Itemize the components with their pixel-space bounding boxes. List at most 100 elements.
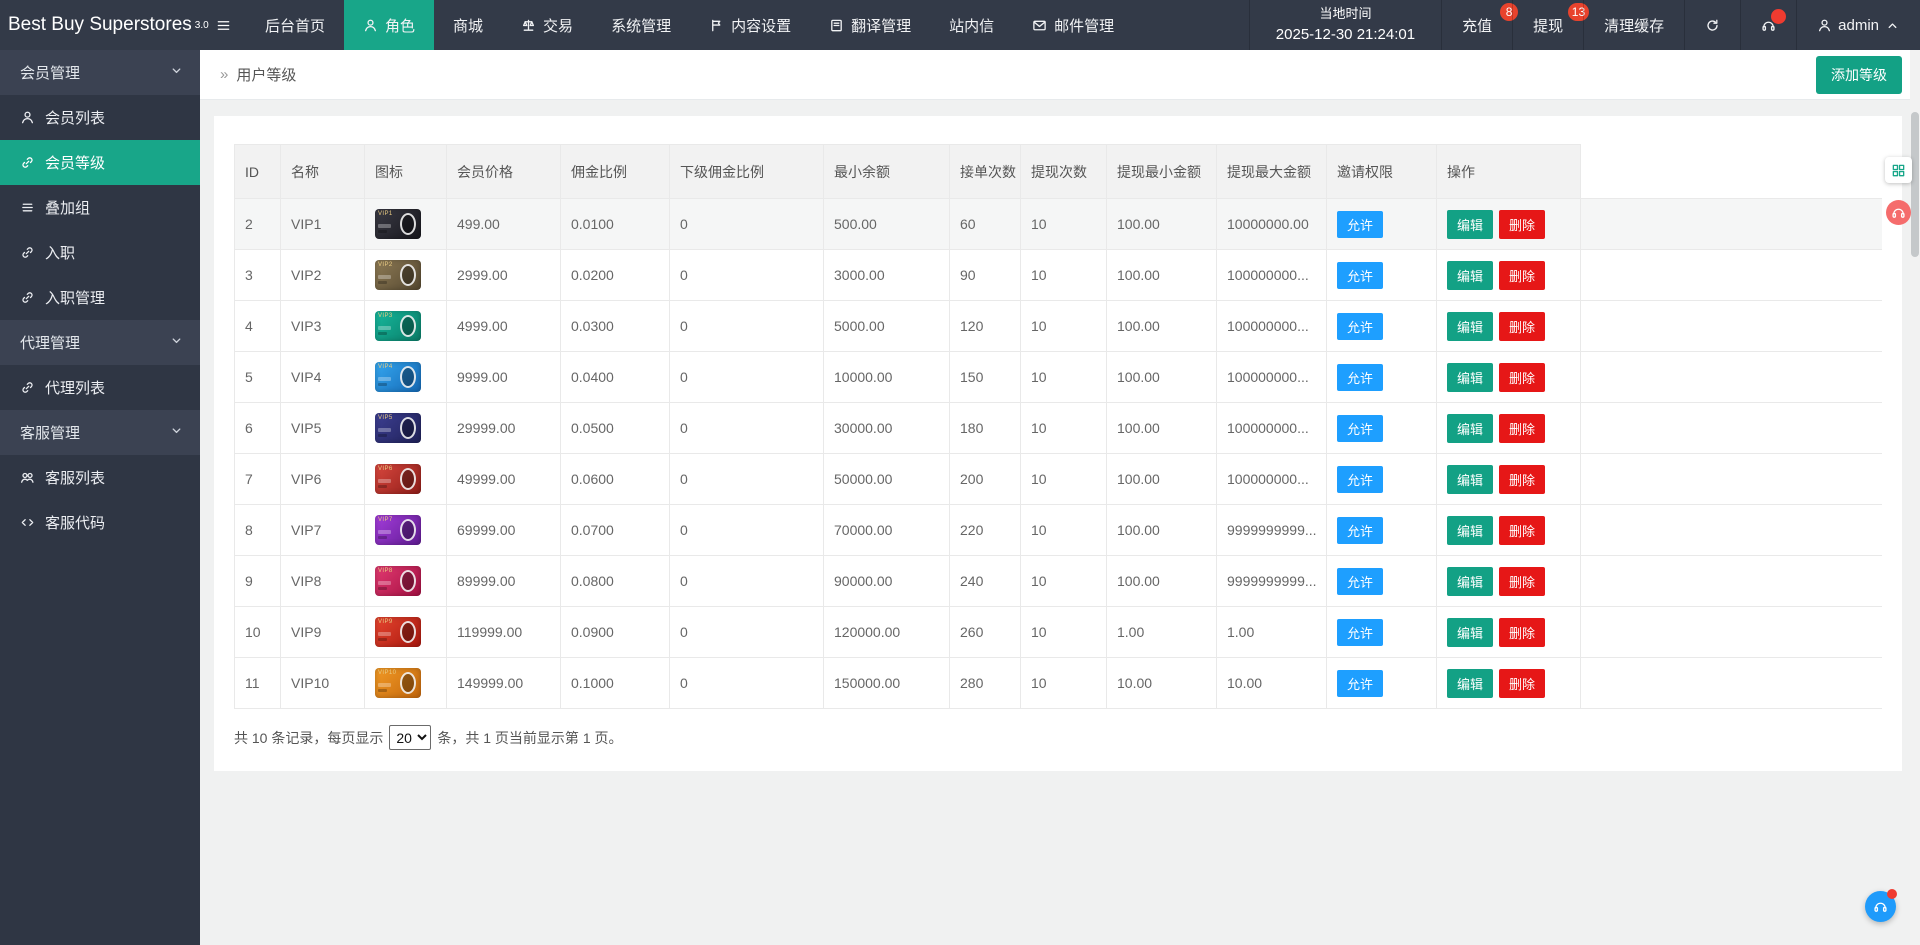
nav-item[interactable]: 邮件管理 <box>1013 0 1133 50</box>
allow-button[interactable]: 允许 <box>1337 618 1384 646</box>
edit-button[interactable]: 编辑 <box>1447 209 1494 239</box>
name-cell: VIP6 <box>280 453 365 505</box>
nav-item[interactable]: 翻译管理 <box>810 0 930 50</box>
user-icon <box>1817 18 1832 33</box>
allow-button[interactable]: 允许 <box>1337 465 1384 493</box>
nav-item-label: 后台首页 <box>265 17 326 35</box>
add-level-button[interactable]: 添加等级 <box>1816 55 1902 94</box>
invite-permission-cell: 允许 <box>1326 402 1437 454</box>
table-row: 6 VIP5 VIP5 29999.00 0.0500 0 30000.00 180 10 100… <box>234 402 1882 454</box>
vip-card-icon: VIP2 <box>375 260 421 290</box>
delete-button[interactable]: 删除 <box>1499 668 1546 698</box>
delete-button[interactable]: 删除 <box>1499 566 1546 596</box>
allow-button[interactable]: 允许 <box>1337 261 1384 289</box>
name-cell: VIP4 <box>280 351 365 403</box>
delete-button[interactable]: 删除 <box>1499 413 1546 443</box>
icon-cell: VIP8 <box>364 555 447 607</box>
sidebar-item[interactable]: 客服列表 <box>0 455 200 500</box>
icon-cell: VIP5 <box>364 402 447 454</box>
withdraw-min-cell: 1.00 <box>1106 606 1217 658</box>
content: ID 名称 图标 会员价格 佣金比例 下级佣金比例 最小余额 接单次数 提现次数 提现最小金额 提现… <box>200 100 1920 771</box>
delete-button[interactable]: 删除 <box>1499 464 1546 494</box>
sidebar-group-header[interactable]: 会员管理 <box>0 50 200 95</box>
delete-button[interactable]: 删除 <box>1499 362 1546 392</box>
refresh-button[interactable] <box>1684 0 1740 50</box>
table-row: 11 VIP10 VIP10 149999.00 0.1000 0 150000.00 280… <box>234 657 1882 709</box>
sidebar-group-header[interactable]: 代理管理 <box>0 320 200 365</box>
orders-cell: 60 <box>949 198 1021 250</box>
app-logo: Best Buy Superstores 3.0 <box>0 0 209 50</box>
filler-cell <box>1580 300 1882 352</box>
nav-item[interactable]: 站内信 <box>930 0 1013 50</box>
withdraw-max-cell: 1.00 <box>1216 606 1327 658</box>
withdraw-times-cell: 10 <box>1020 351 1107 403</box>
allow-button[interactable]: 允许 <box>1337 414 1384 442</box>
vip-card-icon: VIP5 <box>375 413 421 443</box>
admin-menu[interactable]: admin <box>1796 0 1920 50</box>
nav-item[interactable]: 内容设置 <box>690 0 810 50</box>
column-settings-button[interactable] <box>1885 157 1912 183</box>
delete-button[interactable]: 删除 <box>1499 209 1546 239</box>
sidebar-item-label: 客服列表 <box>45 470 106 487</box>
nav-item[interactable]: 商城 <box>434 0 502 50</box>
nav-item[interactable]: 角色 <box>344 0 435 50</box>
nav-item[interactable]: 后台首页 <box>246 0 344 50</box>
edit-button[interactable]: 编辑 <box>1447 515 1494 545</box>
scrollbar-track[interactable] <box>1910 50 1920 945</box>
edit-button[interactable]: 编辑 <box>1447 668 1494 698</box>
service-float-button[interactable] <box>1886 200 1911 225</box>
scrollbar-thumb[interactable] <box>1911 112 1919 257</box>
table-row: 3 VIP2 VIP2 2999.00 0.0200 0 3000.00 90 10 100.00… <box>234 249 1882 301</box>
icon-cell: VIP3 <box>364 300 447 352</box>
min-balance-cell: 90000.00 <box>823 555 950 607</box>
edit-button[interactable]: 编辑 <box>1447 617 1494 647</box>
icon-cell: VIP1 <box>364 198 447 250</box>
edit-button[interactable]: 编辑 <box>1447 464 1494 494</box>
recharge-button[interactable]: 充值 8 <box>1441 0 1519 50</box>
edit-button[interactable]: 编辑 <box>1447 260 1494 290</box>
delete-button[interactable]: 删除 <box>1499 515 1546 545</box>
min-balance-cell: 70000.00 <box>823 504 950 556</box>
sidebar-item[interactable]: 入职管理 <box>0 275 200 320</box>
delete-button[interactable]: 删除 <box>1499 311 1546 341</box>
sidebar-toggle-button[interactable] <box>200 0 246 50</box>
allow-button[interactable]: 允许 <box>1337 669 1384 697</box>
sidebar-group-header[interactable]: 客服管理 <box>0 410 200 455</box>
invite-permission-cell: 允许 <box>1326 198 1437 250</box>
edit-button[interactable]: 编辑 <box>1447 413 1494 443</box>
sidebar-item[interactable]: 会员列表 <box>0 95 200 140</box>
allow-button[interactable]: 允许 <box>1337 567 1384 595</box>
name-cell: VIP7 <box>280 504 365 556</box>
delete-button[interactable]: 删除 <box>1499 617 1546 647</box>
price-cell: 69999.00 <box>446 504 561 556</box>
admin-label: admin <box>1838 16 1879 34</box>
edit-button[interactable]: 编辑 <box>1447 566 1494 596</box>
delete-button[interactable]: 删除 <box>1499 260 1546 290</box>
edit-button[interactable]: 编辑 <box>1447 362 1494 392</box>
orders-cell: 220 <box>949 504 1021 556</box>
sidebar-item[interactable]: 叠加组 <box>0 185 200 230</box>
allow-button[interactable]: 允许 <box>1337 312 1384 340</box>
support-fab[interactable] <box>1865 889 1897 922</box>
withdraw-min-cell: 100.00 <box>1106 402 1217 454</box>
clear-cache-button[interactable]: 清理缓存 <box>1583 0 1684 50</box>
min-balance-cell: 150000.00 <box>823 657 950 709</box>
min-balance-cell: 30000.00 <box>823 402 950 454</box>
sidebar-item[interactable]: 会员等级 <box>0 140 200 185</box>
withdraw-button[interactable]: 提现 13 <box>1512 0 1590 50</box>
sidebar-item[interactable]: 入职 <box>0 230 200 275</box>
edit-button[interactable]: 编辑 <box>1447 311 1494 341</box>
allow-button[interactable]: 允许 <box>1337 363 1384 391</box>
nav-item[interactable]: 交易 <box>502 0 592 50</box>
sub-commission-cell: 0 <box>669 453 824 505</box>
sidebar-item[interactable]: 代理列表 <box>0 365 200 410</box>
allow-button[interactable]: 允许 <box>1337 516 1384 544</box>
commission-cell: 0.0900 <box>560 606 670 658</box>
per-page-select[interactable]: 20 <box>389 725 432 750</box>
allow-button[interactable]: 允许 <box>1337 210 1384 238</box>
support-button[interactable] <box>1740 0 1796 50</box>
withdraw-min-cell: 100.00 <box>1106 453 1217 505</box>
sidebar-item[interactable]: 客服代码 <box>0 500 200 545</box>
nav-item[interactable]: 系统管理 <box>592 0 690 50</box>
invite-permission-cell: 允许 <box>1326 453 1437 505</box>
